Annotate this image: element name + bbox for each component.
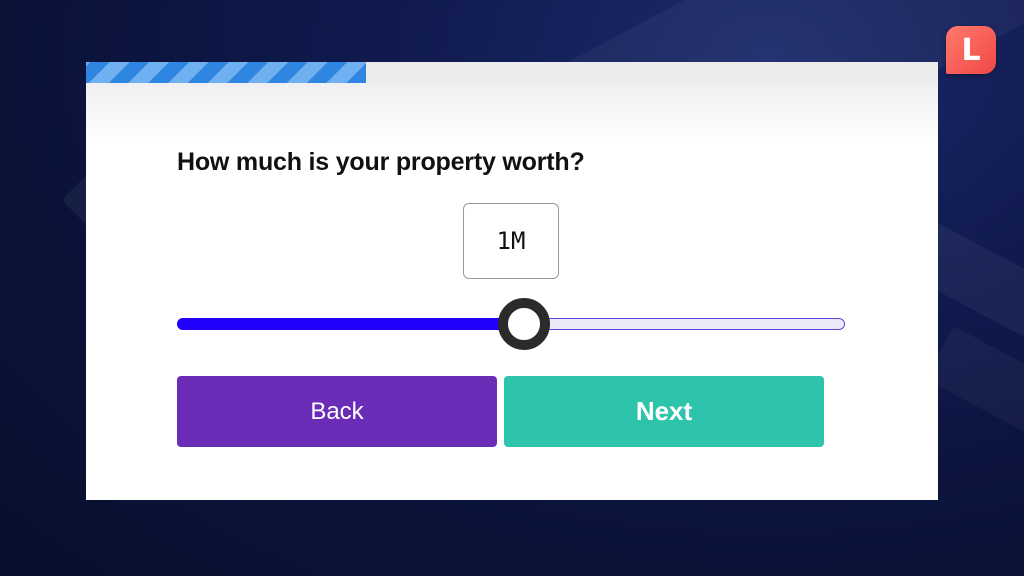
brand-logo-icon: L	[946, 26, 996, 74]
value-display: 1 M	[463, 203, 559, 279]
card-header-shade	[86, 83, 938, 143]
value-unit: M	[511, 227, 526, 255]
progress-bar-fill	[86, 62, 367, 83]
slider-fill	[177, 318, 525, 330]
question-heading: How much is your property worth?	[177, 148, 585, 176]
back-button[interactable]: Back	[177, 376, 497, 447]
brand-logo-letter: L	[961, 32, 981, 68]
background-shape	[925, 325, 1024, 455]
next-button[interactable]: Next	[504, 376, 824, 447]
progress-bar	[86, 62, 938, 83]
property-value-slider[interactable]	[177, 298, 845, 350]
slider-handle[interactable]	[498, 298, 551, 350]
value-number: 1	[496, 227, 511, 255]
form-card: How much is your property worth? 1 M Bac…	[86, 62, 938, 500]
